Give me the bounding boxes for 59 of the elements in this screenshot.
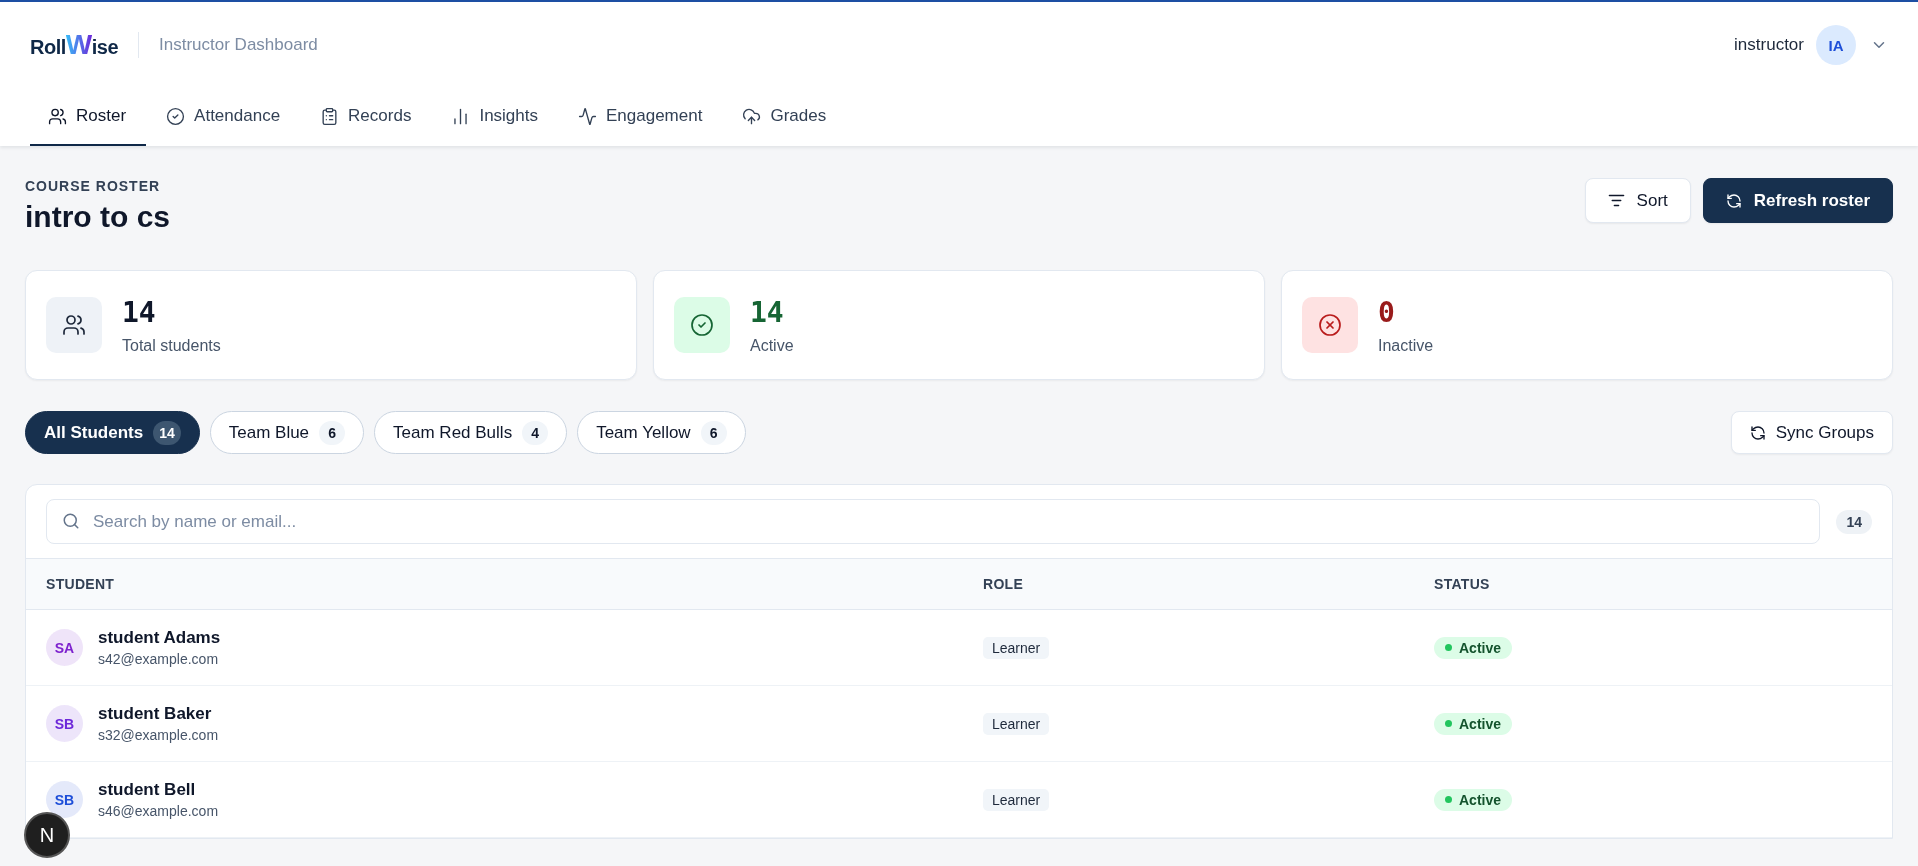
check-circle-icon bbox=[166, 106, 186, 126]
course-title: intro to cs bbox=[25, 200, 170, 234]
group-filter-chip[interactable]: Team Blue 6 bbox=[209, 411, 365, 454]
section-label: COURSE ROSTER bbox=[25, 178, 162, 194]
student-name: student Bell bbox=[98, 780, 197, 800]
group-filter-chip[interactable]: Team Red Bulls 4 bbox=[374, 411, 568, 454]
group-filter-chip[interactable]: All Students 14 bbox=[25, 411, 200, 454]
role-tag: Learner bbox=[983, 788, 1050, 811]
status-badge: Active bbox=[1434, 712, 1513, 735]
role-tag: Learner bbox=[983, 636, 1050, 659]
status-badge: Active bbox=[1434, 788, 1513, 811]
stat-label: Active bbox=[750, 336, 794, 355]
user-name: instructor bbox=[1734, 35, 1804, 55]
nav-tab[interactable]: Grades bbox=[722, 88, 847, 146]
student-email: s42@example.com bbox=[98, 651, 220, 667]
refresh-icon bbox=[1725, 192, 1742, 209]
nav-tab[interactable]: Records bbox=[300, 88, 432, 146]
pulse-line-icon bbox=[578, 106, 597, 126]
dev-tools-button[interactable]: N bbox=[24, 812, 70, 858]
filter-icon bbox=[1607, 192, 1625, 209]
result-count: 14 bbox=[1836, 509, 1872, 534]
student-avatar: SB bbox=[46, 705, 83, 742]
user-avatar[interactable]: IA bbox=[1816, 25, 1856, 65]
status-badge: Active bbox=[1434, 636, 1513, 659]
refresh-button[interactable]: Refresh roster bbox=[1702, 178, 1893, 223]
role-tag: Learner bbox=[983, 712, 1050, 735]
student-email: s32@example.com bbox=[98, 727, 219, 743]
student-name: student Adams bbox=[98, 628, 221, 648]
nav-tab[interactable]: Roster bbox=[30, 88, 147, 146]
count-badge: 14 bbox=[153, 420, 181, 445]
stat-value: 14 bbox=[750, 295, 785, 329]
student-name: student Baker bbox=[98, 704, 213, 724]
count-badge: 6 bbox=[700, 420, 727, 445]
nav-tab[interactable]: Attendance bbox=[146, 88, 301, 146]
users-icon bbox=[46, 297, 102, 353]
student-avatar: SB bbox=[46, 781, 83, 818]
column-header: STUDENT bbox=[46, 576, 116, 592]
student-avatar: SA bbox=[46, 629, 83, 666]
sort-button[interactable]: Sort bbox=[1584, 178, 1691, 223]
nav-tab[interactable]: Engagement bbox=[558, 88, 723, 146]
users-icon bbox=[48, 106, 67, 126]
logo: RollWise bbox=[30, 29, 119, 61]
stat-label: Inactive bbox=[1378, 336, 1434, 355]
dashboard-subtitle: Instructor Dashboard bbox=[159, 35, 318, 55]
group-filter-chip[interactable]: Team Yellow 6 bbox=[577, 411, 746, 454]
cloud-upload-icon bbox=[742, 106, 762, 126]
student-email: s46@example.com bbox=[98, 803, 219, 819]
clipboard-icon bbox=[320, 106, 340, 126]
search-field[interactable]: Search by name or email... bbox=[46, 499, 1821, 544]
nav-tab[interactable]: Insights bbox=[431, 88, 558, 146]
count-badge: 4 bbox=[522, 420, 549, 445]
sync-groups-button[interactable]: Sync Groups bbox=[1730, 411, 1893, 454]
refresh-icon bbox=[1749, 424, 1766, 441]
stat-value: 0 bbox=[1378, 295, 1396, 329]
column-header: ROLE bbox=[983, 576, 1025, 592]
stat-label: Total students bbox=[122, 336, 221, 355]
column-header: STATUS bbox=[1434, 576, 1491, 592]
count-badge: 6 bbox=[319, 420, 346, 445]
stat-value: 14 bbox=[122, 295, 157, 329]
